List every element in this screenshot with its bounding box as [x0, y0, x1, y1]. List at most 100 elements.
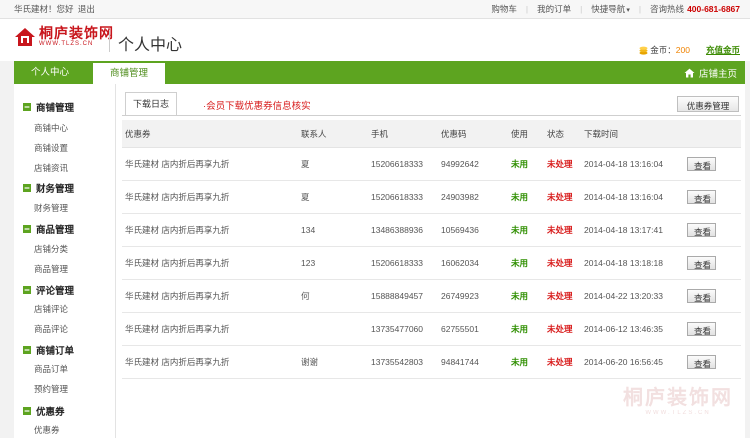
page-title: 个人中心 — [118, 37, 183, 54]
tab-personal-center[interactable]: 个人中心 — [14, 61, 86, 84]
watermark: 桐庐装饰网 WWW.TLZS.CN — [620, 381, 736, 416]
cell-action: 查看 — [687, 181, 716, 213]
logout-link[interactable]: 退出 — [78, 4, 95, 14]
sidebar-group-finance[interactable]: 财务管理 — [23, 181, 74, 195]
sidebar-item-shop-category[interactable]: 店铺分类 — [34, 243, 68, 255]
cell-time: 2014-04-22 13:20:33 — [584, 291, 663, 301]
cell-used: 未用 — [511, 159, 529, 169]
cell-action: 查看 — [687, 280, 716, 312]
sidebar-group-products[interactable]: 商品管理 — [23, 222, 74, 236]
section-note: ·会员下载优惠券信息核实 — [203, 101, 311, 112]
quick-nav-label: 快捷导航 — [591, 4, 626, 14]
sidebar-group-title: 财务管理 — [36, 184, 75, 195]
sidebar: 商铺管理 商铺中心 商铺设置 店铺资讯 财务管理 财务管理 商品管理 店铺分类 … — [14, 84, 116, 438]
view-button[interactable]: 查看 — [687, 256, 716, 270]
cell-coupon: 华氏建材 店内折后再享九折 — [125, 159, 230, 169]
view-button[interactable]: 查看 — [687, 355, 716, 369]
table-row: 华氏建材 店内折后再享九折 夏 15206618333 24903982 未用 … — [122, 181, 741, 214]
cell-coupon: 华氏建材 店内折后再享九折 — [125, 291, 230, 301]
house-logo-icon — [15, 28, 35, 46]
sidebar-item-products[interactable]: 商品管理 — [34, 263, 68, 275]
view-button[interactable]: 查看 — [687, 157, 716, 171]
cell-coupon: 华氏建材 店内折后再享九折 — [125, 225, 230, 235]
view-button[interactable]: 查看 — [687, 289, 716, 303]
cell-phone: 13486388936 — [371, 225, 424, 235]
cell-phone: 15888849457 — [371, 291, 424, 301]
header: 桐庐装饰网 WWW.TLZS.CN 个人中心 金币： 200 充值金币 — [0, 19, 750, 61]
cell-status: 未处理 — [547, 324, 573, 334]
cell-coupon: 华氏建材 店内折后再享九折 — [125, 258, 230, 268]
sidebar-group-orders[interactable]: 商铺订单 — [23, 343, 74, 357]
logo-text: 桐庐装饰网 WWW.TLZS.CN — [39, 26, 114, 48]
site-logo[interactable]: 桐庐装饰网 WWW.TLZS.CN — [14, 26, 114, 48]
table-row: 华氏建材 店内折后再享九折 何 15888849457 26749923 未用 … — [122, 280, 741, 313]
coins-label: 金币： — [650, 45, 676, 55]
quick-nav-menu[interactable]: 快捷导航▾ — [582, 3, 639, 15]
col-phone: 手机 — [371, 128, 389, 139]
sidebar-item-product-reviews[interactable]: 商品评论 — [34, 323, 68, 335]
cell-contact: 134 — [301, 225, 316, 235]
cell-phone: 13735542803 — [371, 357, 424, 367]
sidebar-group-reviews[interactable]: 评论管理 — [23, 283, 74, 297]
sidebar-item-appointments[interactable]: 预约管理 — [34, 383, 68, 395]
tab-underline — [122, 115, 741, 116]
cell-contact: 夏 — [301, 192, 310, 202]
cell-time: 2014-04-18 13:16:04 — [584, 192, 663, 202]
sidebar-item-shop-settings[interactable]: 商铺设置 — [34, 142, 68, 154]
sidebar-item-shop-reviews[interactable]: 店铺评论 — [34, 303, 68, 315]
sidebar-group-title: 评论管理 — [36, 286, 75, 297]
col-contact: 联系人 — [301, 128, 327, 139]
table-row: 华氏建材 店内折后再享九折 123 15206618333 16062034 未… — [122, 247, 741, 280]
table-row: 华氏建材 店内折后再享九折 夏 15206618333 94992642 未用 … — [122, 148, 741, 181]
tab-download-log[interactable]: 下载日志 — [125, 92, 177, 116]
cell-status: 未处理 — [547, 225, 573, 235]
hotline-label: 咨询热线 — [650, 4, 685, 14]
shop-home-link[interactable]: 店铺主页 — [684, 61, 737, 84]
collapse-icon — [23, 346, 31, 354]
recharge-coins-link[interactable]: 充值金币 — [706, 44, 740, 56]
my-orders-link[interactable]: 我的订单 — [528, 3, 580, 15]
hotline-number: 400-681-6867 — [687, 4, 740, 14]
cell-used: 未用 — [511, 192, 529, 202]
cell-coupon: 华氏建材 店内折后再享九折 — [125, 192, 230, 202]
sidebar-group-title: 商铺订单 — [36, 346, 75, 357]
cell-code: 26749923 — [441, 291, 479, 301]
table-row: 华氏建材 店内折后再享九折 134 13486388936 10569436 未… — [122, 214, 741, 247]
cell-contact: 123 — [301, 258, 316, 268]
coupon-management-button[interactable]: 优惠券管理 — [677, 96, 739, 112]
top-links: 购物车 | 我的订单 | 快捷导航▾ | 咨询热线 400-681-6867 — [482, 3, 740, 15]
tab-shop-management[interactable]: 商铺管理 — [93, 63, 165, 84]
sidebar-group-coupons[interactable]: 优惠券 — [23, 404, 65, 418]
sidebar-item-finance[interactable]: 财务管理 — [34, 202, 68, 214]
cell-time: 2014-04-18 13:16:04 — [584, 159, 663, 169]
cell-used: 未用 — [511, 324, 529, 334]
cell-code: 94841744 — [441, 357, 479, 367]
sidebar-group-title: 优惠券 — [36, 407, 65, 418]
coin-balance: 金币： 200 充值金币 — [639, 44, 740, 56]
sidebar-item-coupons[interactable]: 优惠券 — [34, 424, 60, 436]
cart-link[interactable]: 购物车 — [482, 3, 526, 15]
cell-time: 2014-04-18 13:17:41 — [584, 225, 663, 235]
cell-code: 62755501 — [441, 324, 479, 334]
view-button[interactable]: 查看 — [687, 223, 716, 237]
welcome-area: 华氏建材！您好 退出 — [14, 3, 95, 15]
sidebar-item-shop-news[interactable]: 店铺资讯 — [34, 162, 68, 174]
top-bar: 华氏建材！您好 退出 购物车 | 我的订单 | 快捷导航▾ | 咨询热线 400-… — [0, 0, 750, 19]
sidebar-group-shop[interactable]: 商铺管理 — [23, 100, 74, 114]
watermark-en: WWW.TLZS.CN — [645, 410, 711, 416]
cell-status: 未处理 — [547, 291, 573, 301]
cell-contact: 夏 — [301, 159, 310, 169]
cell-coupon: 华氏建材 店内折后再享九折 — [125, 357, 230, 367]
sidebar-item-shop-center[interactable]: 商铺中心 — [34, 122, 68, 134]
sidebar-item-product-orders[interactable]: 商品订单 — [34, 363, 68, 375]
table-row: 华氏建材 店内折后再享九折 13735477060 62755501 未用 未处… — [122, 313, 741, 346]
view-button[interactable]: 查看 — [687, 190, 716, 204]
cell-status: 未处理 — [547, 357, 573, 367]
table-header: 优惠券 联系人 手机 优惠码 使用 状态 下载时间 — [122, 120, 741, 148]
cell-code: 10569436 — [441, 225, 479, 235]
cell-phone: 13735477060 — [371, 324, 424, 334]
view-button[interactable]: 查看 — [687, 322, 716, 336]
sidebar-group-title: 商品管理 — [36, 225, 75, 236]
home-icon — [684, 68, 695, 77]
cell-phone: 15206618333 — [371, 159, 424, 169]
